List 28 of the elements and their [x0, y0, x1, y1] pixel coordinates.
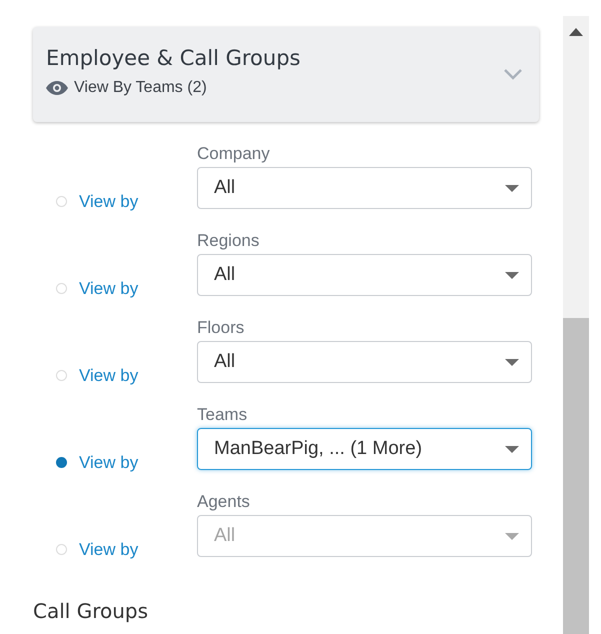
field-label: Agents	[197, 491, 251, 513]
radio-button[interactable]	[56, 457, 67, 468]
field-label: Teams	[197, 404, 248, 426]
option-label[interactable]: View by	[79, 192, 138, 212]
option-label[interactable]: View by	[79, 278, 138, 298]
scroll-thumb[interactable]	[563, 318, 589, 634]
field-label: Regions	[197, 230, 260, 252]
panel-subtitle: View By Teams (2)	[74, 79, 207, 97]
chevron-icon[interactable]	[503, 68, 523, 80]
option-label[interactable]: View by	[79, 452, 138, 472]
scroll-up-icon[interactable]	[569, 28, 583, 36]
caret-icon	[505, 532, 519, 540]
dropdown[interactable]: All	[197, 254, 532, 296]
dropdown[interactable]: All	[197, 167, 532, 209]
caret-icon	[505, 184, 519, 192]
caret-icon	[505, 358, 519, 366]
caret-icon	[505, 446, 519, 452]
scrollbar[interactable]	[563, 16, 589, 634]
field-label: Floors	[197, 317, 246, 339]
panel-title: Employee & Call Groups	[46, 45, 300, 72]
dropdown[interactable]: All	[197, 341, 532, 383]
field-label: Company	[197, 143, 271, 165]
panel-header[interactable]: Employee & Call Groups View By Teams (2)	[33, 27, 539, 122]
caret-icon	[505, 272, 519, 278]
eye-icon	[46, 81, 68, 95]
option-label[interactable]: View by	[79, 366, 138, 386]
section-heading: Call Groups	[33, 599, 149, 623]
dropdown[interactable]: ManBearPig, ... (1 More)	[197, 428, 532, 470]
